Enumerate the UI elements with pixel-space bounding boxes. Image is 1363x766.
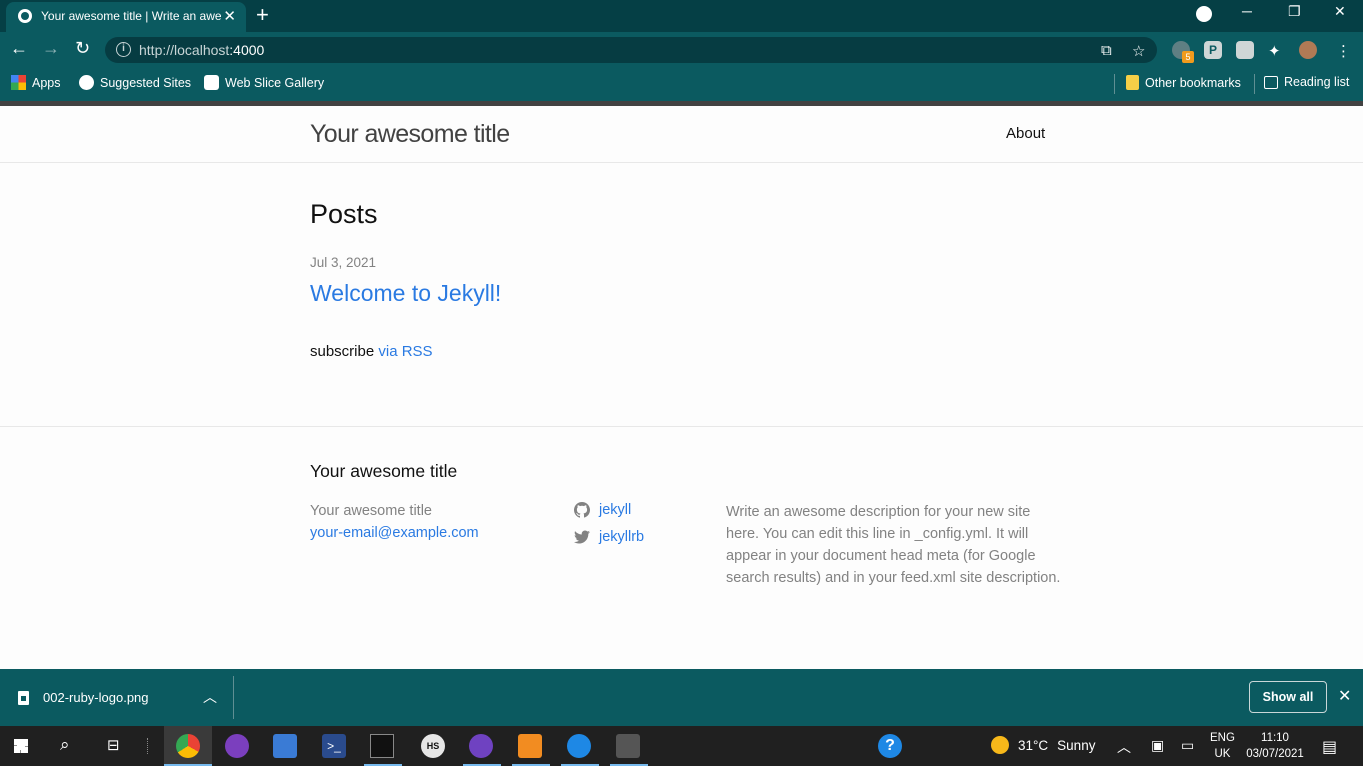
site-header: Your awesome title About bbox=[0, 106, 1363, 163]
info-icon[interactable]: i bbox=[116, 42, 131, 57]
footer-description: Write an awesome description for your ne… bbox=[726, 504, 1061, 586]
web-slice-icon bbox=[204, 75, 219, 90]
page-heading: Posts bbox=[310, 199, 378, 229]
task-view-icon[interactable]: ⊟ bbox=[107, 736, 120, 754]
terminal-icon[interactable] bbox=[370, 734, 394, 758]
reload-icon[interactable]: ↻ bbox=[75, 38, 90, 59]
close-downloads-icon[interactable]: ✕ bbox=[1338, 686, 1351, 706]
chevron-up-icon[interactable]: ︿ bbox=[1117, 737, 1131, 757]
app-icon[interactable] bbox=[616, 734, 640, 758]
post-title-link[interactable]: Welcome to Jekyll! bbox=[310, 280, 501, 307]
puzzle-icon[interactable]: ✦ bbox=[1268, 42, 1281, 60]
footer-name: Your awesome title bbox=[310, 503, 432, 519]
subscribe-line: subscribe via RSS bbox=[310, 343, 433, 360]
folder-icon bbox=[1126, 75, 1139, 90]
download-filename: 002-ruby-logo.png bbox=[43, 690, 149, 705]
bookmark-web-slice-gallery[interactable]: Web Slice Gallery bbox=[204, 75, 324, 90]
address-bar[interactable]: i http://localhost:4000 bbox=[105, 37, 1157, 63]
url-text[interactable]: http://localhost:4000 bbox=[139, 42, 264, 58]
reading-list-icon bbox=[1264, 75, 1278, 89]
forward-icon[interactable]: → bbox=[42, 38, 60, 59]
windows-start-icon[interactable] bbox=[14, 739, 28, 753]
search-icon[interactable]: ⌕ bbox=[60, 735, 70, 755]
twitter-link[interactable]: jekyllrb bbox=[574, 529, 644, 545]
powershell-icon[interactable]: >_ bbox=[322, 734, 346, 758]
bookmark-divider bbox=[1254, 74, 1255, 94]
sun-icon bbox=[991, 736, 1009, 754]
bookmark-apps[interactable]: Apps bbox=[11, 75, 61, 90]
chevron-up-icon[interactable]: ︿ bbox=[203, 687, 217, 707]
twitter-icon bbox=[574, 530, 590, 544]
download-item[interactable]: 002-ruby-logo.png bbox=[18, 690, 149, 705]
github-desktop-icon[interactable] bbox=[469, 734, 493, 758]
taskbar-divider bbox=[147, 738, 149, 754]
menu-dots-icon[interactable]: ⋮ bbox=[1336, 42, 1351, 60]
tor-browser-icon[interactable] bbox=[225, 734, 249, 758]
nav-link-about[interactable]: About bbox=[1006, 125, 1045, 142]
translate-icon[interactable]: ⧉ bbox=[1101, 42, 1112, 59]
camera-extension-icon[interactable] bbox=[1236, 41, 1254, 59]
bookmark-suggested-sites[interactable]: Suggested Sites bbox=[79, 75, 191, 90]
meet-now-icon[interactable]: ▣ bbox=[1151, 737, 1164, 754]
globe-icon bbox=[18, 9, 32, 23]
reading-list[interactable]: Reading list bbox=[1264, 75, 1349, 89]
site-footer: Your awesome title Your awesome title yo… bbox=[0, 426, 1363, 669]
hs-app-icon[interactable]: HS bbox=[421, 734, 445, 758]
github-link[interactable]: jekyll bbox=[574, 502, 631, 518]
help-icon[interactable]: ? bbox=[878, 734, 902, 758]
back-icon[interactable]: ← bbox=[10, 38, 28, 59]
browser-tab[interactable]: Your awesome title | Write an awesome de… bbox=[6, 2, 246, 32]
input-language[interactable]: ENG UK bbox=[1210, 730, 1235, 762]
minimize-icon[interactable]: ─ bbox=[1242, 3, 1252, 19]
browser-tab-strip: Your awesome title | Write an awesome de… bbox=[0, 0, 1363, 32]
star-icon[interactable]: ☆ bbox=[1132, 42, 1145, 60]
footer-email-link[interactable]: your-email@example.com bbox=[310, 525, 479, 541]
bookmark-other[interactable]: Other bookmarks bbox=[1126, 75, 1241, 90]
footer-heading: Your awesome title bbox=[310, 461, 458, 481]
show-all-button[interactable]: Show all bbox=[1249, 681, 1327, 713]
downloads-bar: 002-ruby-logo.png ︿ Show all ✕ bbox=[0, 669, 1363, 726]
post-date: Jul 3, 2021 bbox=[310, 255, 377, 270]
avatar[interactable] bbox=[1299, 41, 1317, 59]
bookmark-divider bbox=[1114, 74, 1115, 94]
weather-widget[interactable]: 31°C Sunny bbox=[991, 736, 1095, 754]
sublime-text-icon[interactable] bbox=[518, 734, 542, 758]
new-tab-button[interactable]: + bbox=[256, 2, 269, 28]
github-icon bbox=[574, 502, 590, 518]
rss-link[interactable]: via RSS bbox=[378, 343, 432, 360]
profile-menu-icon[interactable] bbox=[1196, 6, 1212, 22]
notifications-icon[interactable]: ▤ bbox=[1322, 737, 1337, 757]
p-extension-icon[interactable]: P bbox=[1204, 41, 1222, 59]
windows-taskbar: ⌕ ⊟ >_ HS ? 31°C Sunny ︿ ▣ ▭ ENG UK 11:1… bbox=[0, 726, 1363, 766]
subscribe-text: subscribe bbox=[310, 343, 375, 360]
globe-icon bbox=[79, 75, 94, 90]
tab-title: Your awesome title | Write an awesome de… bbox=[41, 9, 221, 23]
battery-icon[interactable]: ▭ bbox=[1181, 737, 1194, 754]
extension-badge: 5 bbox=[1182, 51, 1194, 63]
close-tab-icon[interactable]: ✕ bbox=[223, 7, 236, 25]
file-icon bbox=[18, 690, 29, 705]
download-divider bbox=[233, 676, 234, 719]
chrome-icon[interactable] bbox=[176, 734, 200, 758]
app-icon[interactable] bbox=[567, 734, 591, 758]
clock[interactable]: 11:10 03/07/2021 bbox=[1245, 730, 1305, 762]
bookmarks-bar: Apps Suggested Sites Web Slice Gallery O… bbox=[0, 68, 1363, 101]
apps-grid-icon bbox=[11, 75, 26, 90]
restore-icon[interactable]: ❐ bbox=[1288, 3, 1301, 20]
close-window-icon[interactable]: ✕ bbox=[1334, 3, 1346, 20]
remote-desktop-icon[interactable] bbox=[273, 734, 297, 758]
site-title[interactable]: Your awesome title bbox=[310, 120, 510, 149]
